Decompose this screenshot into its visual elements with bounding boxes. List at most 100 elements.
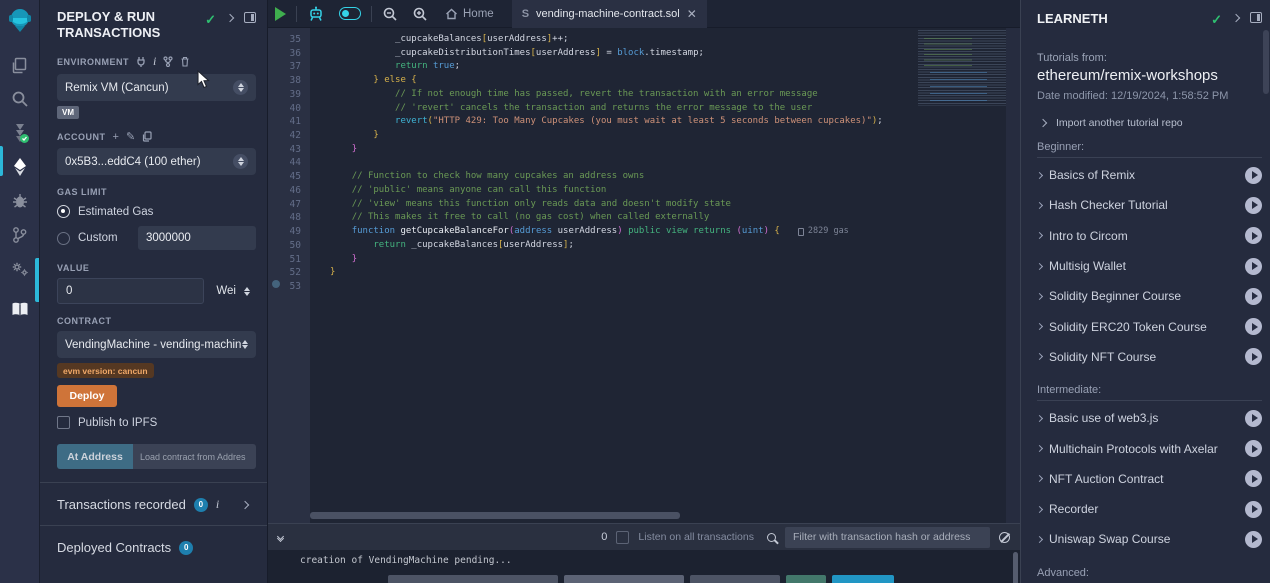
learneth-scrollbar[interactable] xyxy=(1263,30,1269,94)
tutorial-play-button[interactable] xyxy=(1245,470,1262,487)
gutter-line-number[interactable]: 38 xyxy=(268,74,310,88)
tutorial-item[interactable]: Basic use of web3.js xyxy=(1037,403,1262,433)
learneth-collapse-icon[interactable] xyxy=(1232,14,1240,22)
gutter-line-number[interactable]: 46 xyxy=(268,184,310,198)
breakpoint-dot[interactable] xyxy=(272,280,280,288)
tutorial-item[interactable]: Hash Checker Tutorial xyxy=(1037,190,1262,220)
tutorial-play-button[interactable] xyxy=(1245,167,1262,184)
file-tab[interactable]: S vending-machine-contract.sol ✕ xyxy=(512,0,707,28)
gutter-line-number[interactable]: 37 xyxy=(268,60,310,74)
plug-icon[interactable] xyxy=(136,56,146,67)
gutter-line-number[interactable]: 36 xyxy=(268,47,310,61)
gutter-line-number[interactable]: 52 xyxy=(268,266,310,280)
environment-select[interactable]: Remix VM (Cancun) xyxy=(57,74,256,101)
gutter-line-number[interactable]: 42 xyxy=(268,129,310,143)
tutorial-item[interactable]: Basics of Remix xyxy=(1037,160,1262,190)
gutter-line-number[interactable]: 43 xyxy=(268,143,310,157)
custom-gas-input[interactable]: 3000000 xyxy=(138,226,256,250)
tutorial-item[interactable]: Solidity NFT Course xyxy=(1037,342,1262,372)
terminal-log[interactable]: creation of VendingMachine pending... xyxy=(268,550,1020,583)
contract-select[interactable]: VendingMachine - vending-machin xyxy=(57,331,256,358)
tutorial-item[interactable]: Solidity Beginner Course xyxy=(1037,281,1262,311)
tutorial-play-button[interactable] xyxy=(1245,227,1262,244)
gutter-line-number[interactable]: 45 xyxy=(268,170,310,184)
editor-scroll-track[interactable] xyxy=(1006,28,1020,523)
value-input[interactable]: 0 xyxy=(57,278,204,304)
tutorial-play-button[interactable] xyxy=(1245,318,1262,335)
tutorial-item[interactable]: NFT Auction Contract xyxy=(1037,464,1262,494)
search-icon[interactable] xyxy=(0,82,40,116)
add-account-icon[interactable]: + xyxy=(113,131,119,143)
debugger-icon[interactable] xyxy=(0,184,40,218)
account-select[interactable]: 0x5B3...eddC4 (100 ether) xyxy=(57,148,256,175)
panel-pin-icon[interactable] xyxy=(244,12,256,23)
tutorial-play-button[interactable] xyxy=(1245,501,1262,518)
panel-collapse-icon[interactable] xyxy=(226,14,234,22)
transactions-expand-icon[interactable] xyxy=(241,500,249,508)
tutorial-item[interactable]: Multisig Wallet xyxy=(1037,251,1262,281)
deploy-run-icon[interactable] xyxy=(0,150,40,184)
editor-hscrollbar[interactable] xyxy=(310,512,680,519)
tutorial-item[interactable]: Intro to Circom xyxy=(1037,221,1262,251)
deployed-contracts-row[interactable]: Deployed Contracts 0 xyxy=(40,526,267,568)
git-icon[interactable] xyxy=(0,218,40,252)
environment-info-icon[interactable]: i xyxy=(153,54,156,69)
gutter-line-number[interactable]: 47 xyxy=(268,198,310,212)
learneth-pin-icon[interactable] xyxy=(1250,12,1262,23)
transactions-recorded-row[interactable]: Transactions recorded 0 i xyxy=(40,483,267,525)
gutter-line-number[interactable]: 40 xyxy=(268,102,310,116)
copy-account-icon[interactable] xyxy=(142,131,152,142)
tutorial-play-button[interactable] xyxy=(1245,197,1262,214)
fork-environment-icon[interactable] xyxy=(163,56,173,67)
tutorial-item[interactable]: Uniswap Swap Course xyxy=(1037,524,1262,554)
publish-ipfs-checkbox[interactable] xyxy=(57,416,70,429)
tutorial-play-button[interactable] xyxy=(1245,288,1262,305)
code-editor[interactable]: 35363738394041424344454647484950515253 _… xyxy=(268,28,1020,523)
gutter-line-number[interactable]: 39 xyxy=(268,88,310,102)
gutter-line-number[interactable]: 50 xyxy=(268,239,310,253)
gutter-line-number[interactable]: 51 xyxy=(268,253,310,267)
learneth-book-icon[interactable] xyxy=(0,292,40,326)
gutter-line-number[interactable]: 49 xyxy=(268,225,310,239)
gutter-line-number[interactable]: 41 xyxy=(268,115,310,129)
tutorial-play-button[interactable] xyxy=(1245,410,1262,427)
tutorial-play-button[interactable] xyxy=(1245,348,1262,365)
terminal-collapse-icon[interactable] xyxy=(278,534,283,541)
tutorial-play-button[interactable] xyxy=(1245,258,1262,275)
estimated-gas-radio[interactable] xyxy=(57,205,70,218)
zoom-out-icon[interactable] xyxy=(375,0,405,28)
gutter-line-number[interactable]: 44 xyxy=(268,156,310,170)
debug-button[interactable] xyxy=(832,575,894,583)
clear-console-icon[interactable] xyxy=(999,532,1010,543)
deploy-button[interactable]: Deploy xyxy=(57,385,117,407)
custom-gas-radio[interactable] xyxy=(57,232,70,245)
terminal-search-icon[interactable] xyxy=(767,533,776,542)
zoom-in-icon[interactable] xyxy=(405,0,435,28)
import-tutorial-repo[interactable]: Import another tutorial repo xyxy=(1037,117,1262,129)
settings-icon[interactable] xyxy=(0,252,40,286)
minimap[interactable] xyxy=(918,30,1006,106)
close-tab-icon[interactable]: ✕ xyxy=(687,7,697,21)
home-tab[interactable]: Home xyxy=(435,8,504,20)
copilot-toggle[interactable] xyxy=(332,0,368,28)
gutter-line-number[interactable]: 48 xyxy=(268,211,310,225)
edit-account-icon[interactable]: ✎ xyxy=(126,130,135,143)
solidity-compiler-icon[interactable] xyxy=(0,116,40,150)
at-address-button[interactable]: At Address xyxy=(57,444,133,469)
transactions-info-icon[interactable]: i xyxy=(216,497,219,512)
run-script-button[interactable] xyxy=(268,0,293,28)
tutorial-item[interactable]: Recorder xyxy=(1037,494,1262,524)
tutorial-item[interactable]: Solidity ERC20 Token Course xyxy=(1037,311,1262,341)
code-area[interactable]: _cupcakeBalances[userAddress]++; _cupcak… xyxy=(310,28,1020,523)
tutorial-play-button[interactable] xyxy=(1245,440,1262,457)
delete-environment-icon[interactable] xyxy=(180,56,190,67)
at-address-input[interactable]: Load contract from Addres xyxy=(133,444,256,469)
tutorial-play-button[interactable] xyxy=(1245,531,1262,548)
tutorial-item[interactable]: Multichain Protocols with Axelar xyxy=(1037,433,1262,463)
file-explorer-icon[interactable] xyxy=(0,48,40,82)
value-unit-select[interactable]: Wei xyxy=(204,285,256,297)
listen-all-checkbox[interactable] xyxy=(616,531,629,544)
ai-copilot-icon[interactable] xyxy=(300,0,332,28)
terminal-vscrollbar[interactable] xyxy=(1013,552,1018,583)
remix-logo-icon[interactable] xyxy=(0,0,40,40)
